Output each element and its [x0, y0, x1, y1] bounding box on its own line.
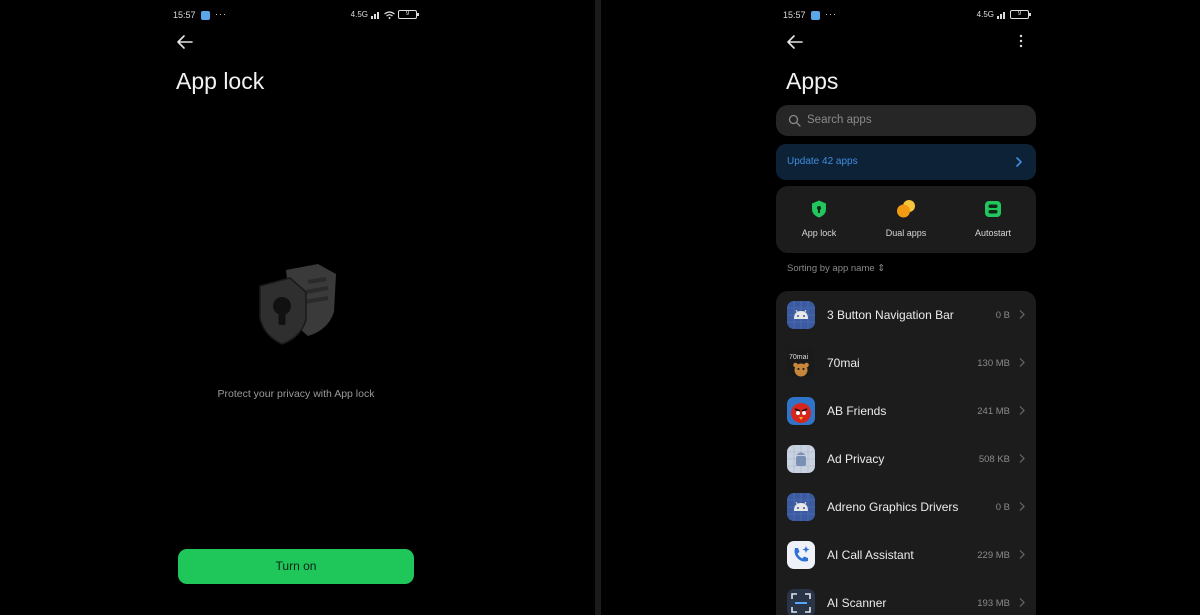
chevron-right-icon: [1019, 502, 1025, 511]
signal-icon: [997, 11, 1005, 19]
chevron-right-icon: [1016, 157, 1022, 167]
app-row[interactable]: Adreno Graphics Drivers 0 B: [776, 483, 1036, 531]
phone-sparkle-icon: [787, 541, 815, 569]
chevron-right-icon: [1019, 598, 1025, 607]
android-icon: [787, 301, 815, 329]
sorting-selector[interactable]: Sorting by app name ⇕: [787, 263, 885, 274]
status-bar: 15:57 ··· 4.5G 9: [173, 9, 419, 22]
app-row[interactable]: 70mai 70mai 130 MB: [776, 339, 1036, 387]
app-name: Adreno Graphics Drivers: [827, 500, 959, 514]
shortcut-dual-apps[interactable]: Dual apps: [863, 199, 949, 238]
app-size: 0 B: [995, 502, 1010, 513]
app-row[interactable]: AI Scanner 193 MB: [776, 579, 1036, 615]
divider: [595, 0, 601, 615]
shortcut-autostart[interactable]: Autostart: [950, 199, 1036, 238]
app-lock-shield-illustration: [259, 264, 336, 345]
app-name: AI Call Assistant: [827, 548, 914, 562]
status-time: 15:57: [783, 10, 806, 20]
scanner-icon: [787, 589, 815, 615]
battery-icon: 9: [398, 10, 419, 19]
dual-circles-icon: [897, 200, 915, 218]
app-row[interactable]: AB Friends 241 MB: [776, 387, 1036, 435]
chevron-right-icon: [1019, 406, 1025, 415]
app-list: 3 Button Navigation Bar 0 B 70mai 70mai …: [776, 291, 1036, 615]
app-lock-screen: 15:57 ··· 4.5G 9 App lock Protect your p…: [160, 0, 430, 615]
turn-on-button[interactable]: Turn on: [178, 549, 414, 584]
chevron-right-icon: [1019, 310, 1025, 319]
shield-icon: [812, 200, 826, 218]
chevron-right-icon: [1019, 358, 1025, 367]
angry-bird-icon: [787, 397, 815, 425]
update-apps-banner[interactable]: Update 42 apps: [776, 144, 1036, 180]
app-name: 70mai: [827, 356, 860, 370]
system-icons: 4.5G 9: [350, 10, 419, 19]
battery-icon: 9: [1010, 10, 1031, 19]
search-icon: [788, 114, 801, 127]
shortcuts-panel: App lock Dual apps Autostart: [776, 186, 1036, 253]
autostart-icon: [985, 201, 1001, 217]
app-size: 0 B: [995, 310, 1010, 321]
apps-screen: 15:57 ··· 4.5G 9 Apps Search apps Update…: [770, 0, 1042, 615]
app-size: 241 MB: [977, 406, 1010, 417]
privacy-text: Protect your privacy with App lock: [217, 388, 375, 400]
android-icon: [787, 445, 815, 473]
search-input[interactable]: Search apps: [776, 105, 1036, 136]
app-size: 193 MB: [977, 598, 1010, 609]
app-row[interactable]: AI Call Assistant 229 MB: [776, 531, 1036, 579]
signal-icon: [371, 11, 379, 19]
app-row[interactable]: Ad Privacy 508 KB: [776, 435, 1036, 483]
back-arrow-icon[interactable]: [176, 33, 194, 51]
shortcut-label: Autostart: [974, 228, 1012, 238]
android-icon: [787, 493, 815, 521]
network-label: 4.5G: [350, 10, 368, 19]
telegram-notification-icon: [811, 11, 820, 20]
app-name: Ad Privacy: [827, 452, 885, 466]
status-bar: 15:57 ··· 4.5G 9: [783, 9, 1031, 22]
back-arrow-icon[interactable]: [786, 33, 804, 51]
status-time: 15:57: [173, 10, 196, 20]
more-notifications-icon: ···: [215, 9, 227, 19]
app-name: AI Scanner: [827, 596, 887, 610]
app-size: 229 MB: [977, 550, 1010, 561]
network-label: 4.5G: [976, 10, 994, 19]
70mai-icon: 70mai: [787, 349, 815, 377]
shortcut-label: Dual apps: [885, 228, 927, 238]
shortcut-label: App lock: [801, 228, 837, 238]
more-notifications-icon: ···: [825, 9, 837, 19]
chevron-right-icon: [1019, 454, 1025, 463]
page-title: App lock: [176, 68, 265, 94]
app-row[interactable]: 3 Button Navigation Bar 0 B: [776, 291, 1036, 339]
app-name: AB Friends: [827, 404, 887, 418]
app-name: 3 Button Navigation Bar: [827, 308, 954, 322]
chevron-right-icon: [1019, 550, 1025, 559]
wifi-icon: [384, 10, 395, 19]
more-options-icon[interactable]: [1018, 34, 1024, 48]
svg-text:70mai: 70mai: [789, 354, 809, 361]
app-size: 508 KB: [978, 454, 1010, 465]
shortcut-app-lock[interactable]: App lock: [776, 199, 862, 238]
app-size: 130 MB: [977, 358, 1010, 369]
system-icons: 4.5G 9: [976, 10, 1031, 19]
page-title: Apps: [786, 68, 839, 94]
update-apps-label: Update 42 apps: [787, 156, 858, 167]
search-placeholder: Search apps: [807, 114, 872, 126]
telegram-notification-icon: [201, 11, 210, 20]
